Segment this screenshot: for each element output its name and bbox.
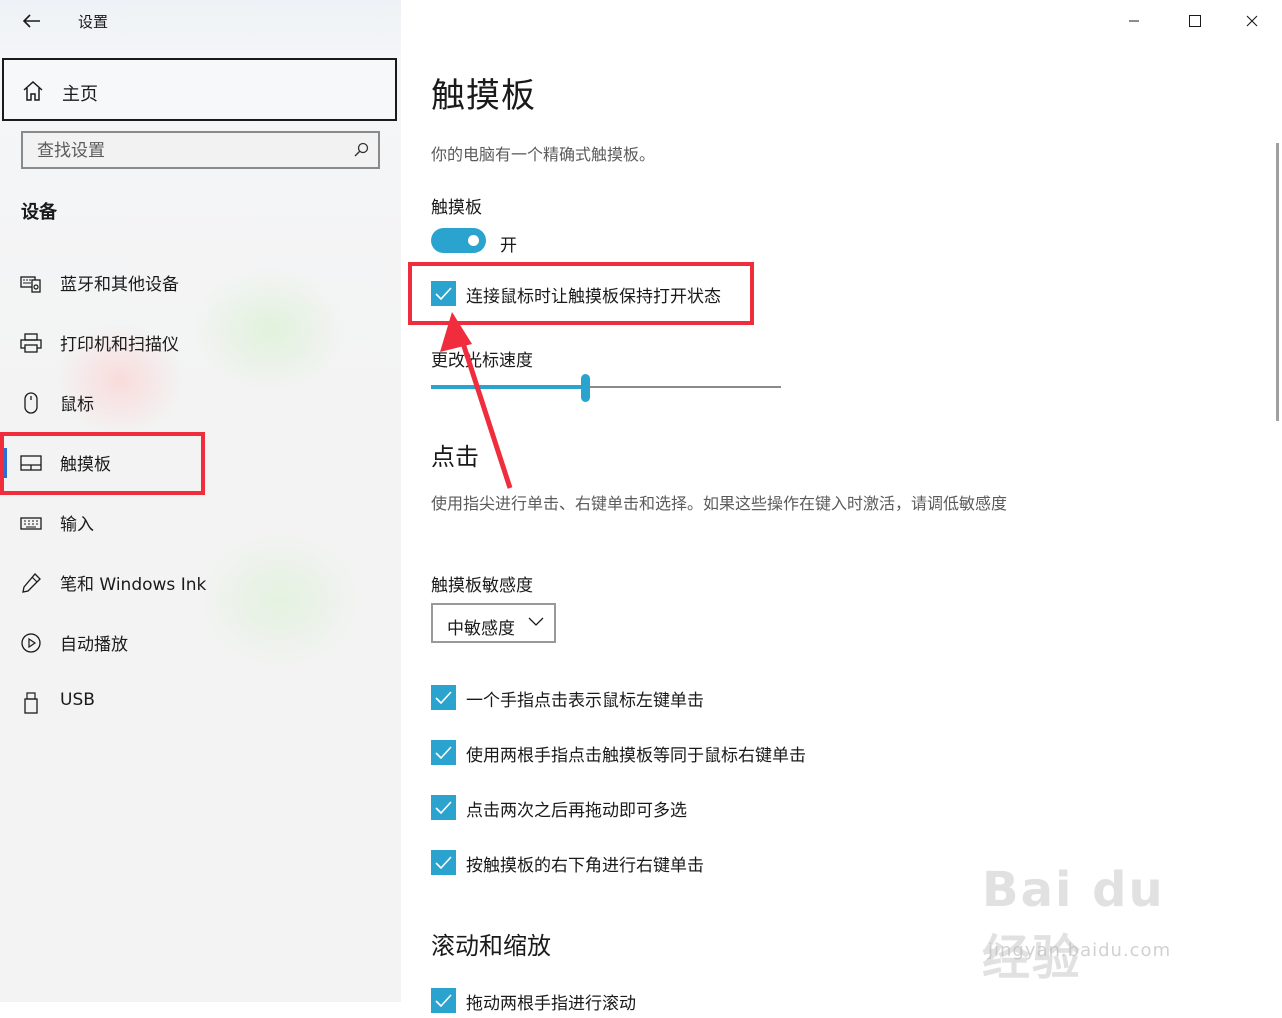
minimize-button[interactable]	[1111, 4, 1157, 38]
sidebar-item-label: 蓝牙和其他设备	[60, 275, 179, 295]
sidebar-item-label: 输入	[60, 515, 94, 535]
checkbox-label: 使用两根手指点击触摸板等同于鼠标右键单击	[466, 746, 806, 766]
touchpad-label: 触摸板	[431, 198, 482, 218]
back-arrow-icon	[23, 14, 40, 28]
checkbox-label: 一个手指点击表示鼠标左键单击	[466, 691, 704, 711]
keyboard-icon	[20, 517, 42, 530]
scroll-heading: 滚动和缩放	[431, 932, 551, 960]
home-button[interactable]: 主页	[2, 58, 397, 121]
bluetooth-devices-icon	[20, 276, 41, 293]
search-input[interactable]	[23, 133, 359, 169]
checkbox-label: 点击两次之后再拖动即可多选	[466, 801, 687, 821]
home-label: 主页	[62, 84, 98, 105]
checkbox-checked[interactable]	[431, 685, 456, 710]
home-icon	[23, 80, 43, 101]
taps-heading: 点击	[431, 443, 479, 471]
checkbox-label: 按触摸板的右下角进行右键单击	[466, 856, 704, 876]
sidebar-item-touchpad[interactable]: 触摸板	[0, 434, 401, 490]
checkbox-checked[interactable]	[431, 795, 456, 820]
sidebar-item-usb[interactable]: USB	[0, 674, 401, 730]
close-icon	[1246, 15, 1258, 27]
sidebar-item-printers[interactable]: 打印机和扫描仪	[0, 314, 401, 370]
checkmark-icon	[435, 691, 452, 704]
sidebar-item-label: 鼠标	[60, 395, 94, 415]
sidebar-item-bluetooth[interactable]: 蓝牙和其他设备	[0, 254, 401, 310]
checkmark-icon	[435, 801, 452, 814]
back-button[interactable]	[12, 4, 52, 38]
sidebar-item-pen[interactable]: 笔和 Windows Ink	[0, 554, 401, 610]
search-icon[interactable]	[353, 142, 369, 158]
sensitivity-label: 触摸板敏感度	[431, 576, 533, 596]
checkmark-icon	[435, 994, 452, 1007]
toggle-state-text: 开	[500, 236, 517, 256]
checkmark-icon	[435, 287, 452, 300]
app-title: 设置	[78, 13, 109, 31]
taps-description: 使用指尖进行单击、右键单击和选择。如果这些操作在键入时激活，请调低敏感度	[431, 494, 1008, 513]
checkbox-label: 连接鼠标时让触摸板保持打开状态	[466, 287, 721, 307]
section-title: 设备	[21, 202, 57, 223]
cursor-speed-label: 更改光标速度	[431, 351, 533, 371]
checkbox-checked[interactable]	[431, 850, 456, 875]
slider-fill	[431, 385, 585, 389]
cursor-speed-slider[interactable]	[431, 374, 781, 402]
scrollbar[interactable]	[1276, 143, 1279, 421]
checkmark-icon	[435, 746, 452, 759]
slider-thumb[interactable]	[581, 374, 590, 402]
sidebar-item-autoplay[interactable]: 自动播放	[0, 614, 401, 670]
mouse-icon	[24, 392, 38, 414]
titlebar-left: 设置	[0, 0, 401, 42]
pen-icon	[22, 573, 41, 593]
sensitivity-dropdown[interactable]: 中敏感度	[431, 603, 556, 643]
maximize-icon	[1189, 15, 1201, 27]
touchpad-toggle[interactable]	[431, 228, 486, 253]
settings-content: 触摸板 你的电脑有一个精确式触摸板。 触摸板 开 连接鼠标时让触摸板保持打开状态…	[401, 0, 1282, 1014]
checkbox-checked[interactable]	[431, 988, 456, 1013]
page-description: 你的电脑有一个精确式触摸板。	[431, 145, 656, 164]
sidebar-item-mouse[interactable]: 鼠标	[0, 374, 401, 430]
checkmark-icon	[435, 856, 452, 869]
checkbox-checked[interactable]	[431, 281, 456, 306]
printer-icon	[20, 333, 42, 353]
minimize-icon	[1129, 20, 1139, 22]
chevron-down-icon	[528, 617, 544, 626]
search-box[interactable]	[21, 131, 380, 169]
usb-icon	[24, 692, 38, 714]
touchpad-icon	[20, 455, 42, 471]
sidebar-item-typing[interactable]: 输入	[0, 494, 401, 550]
sidebar-item-label: 触摸板	[60, 455, 111, 475]
sidebar-item-label: 笔和 Windows Ink	[60, 575, 207, 595]
checkbox-checked[interactable]	[431, 740, 456, 765]
sidebar-item-label: 自动播放	[60, 635, 128, 655]
settings-sidebar: 设置 主页 设备 蓝牙和其他设备 打印机和扫描仪	[0, 0, 401, 1002]
maximize-button[interactable]	[1172, 4, 1218, 38]
dropdown-value: 中敏感度	[447, 619, 515, 639]
sidebar-item-label: 打印机和扫描仪	[60, 335, 179, 355]
page-title: 触摸板	[431, 76, 536, 116]
close-button[interactable]	[1229, 4, 1275, 38]
sidebar-item-label: USB	[60, 690, 95, 710]
toggle-knob	[468, 235, 479, 246]
autoplay-icon	[21, 633, 41, 653]
